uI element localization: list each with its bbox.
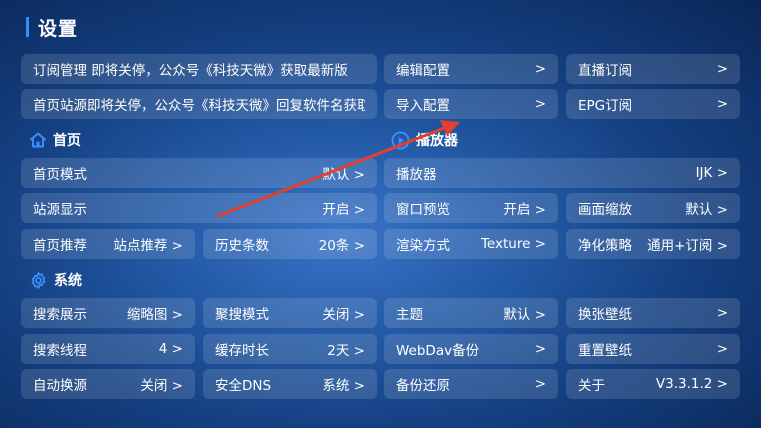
aggregate-search-value: 关闭 > — [322, 307, 365, 323]
chevron-right-icon: > — [716, 61, 728, 77]
history-count-setting[interactable]: 历史条数 20条 > — [203, 229, 377, 259]
secure-dns-label: 安全DNS — [215, 378, 272, 394]
aggregate-search-setting[interactable]: 聚搜模式 关闭 > — [203, 298, 377, 328]
section-home: 首页 — [29, 130, 81, 150]
home-source-notice[interactable]: 首页站源即将关停，公众号《科技天微》回复软件名获取 — [21, 89, 377, 119]
home-source-notice-text: 首页站源即将关停，公众号《科技天微》回复软件名获取 — [33, 98, 365, 114]
chevron-right-icon: > — [534, 96, 546, 112]
history-count-label: 历史条数 — [215, 238, 269, 254]
purify-strategy-value: 通用+订阅 > — [647, 238, 728, 254]
chevron-right-icon: > — [716, 305, 728, 321]
render-mode-setting[interactable]: 渲染方式 Texture > — [384, 229, 558, 259]
home-mode-value: 默认 > — [322, 167, 365, 183]
source-display-value: 开启 > — [322, 202, 365, 218]
section-home-title: 首页 — [53, 133, 81, 149]
source-display-label: 站源显示 — [33, 202, 87, 218]
purify-strategy-setting[interactable]: 净化策略 通用+订阅 > — [566, 229, 740, 259]
search-threads-value: 4 > — [158, 341, 183, 357]
page-title: 设置 — [38, 17, 79, 40]
cache-duration-value: 2天 > — [327, 343, 365, 359]
home-recommend-setting[interactable]: 首页推荐 站点推荐 > — [21, 229, 195, 259]
section-player-title: 播放器 — [416, 133, 458, 149]
subscription-notice-text: 订阅管理 即将关停，公众号《科技天微》获取最新版 — [33, 63, 348, 79]
title-accent-bar — [26, 17, 29, 37]
import-config-label: 导入配置 — [396, 98, 450, 114]
screen-scale-setting[interactable]: 画面缩放 默认 > — [566, 193, 740, 223]
chevron-right-icon: > — [534, 341, 546, 357]
about-button[interactable]: 关于 V3.3.1.2 > — [566, 369, 740, 399]
search-display-setting[interactable]: 搜索展示 缩略图 > — [21, 298, 195, 328]
screen-scale-value: 默认 > — [685, 202, 728, 218]
backup-restore-label: 备份还原 — [396, 378, 450, 394]
search-threads-label: 搜索线程 — [33, 343, 87, 359]
section-system-title: 系统 — [54, 273, 82, 289]
page-header: 设置 — [26, 16, 79, 40]
chevron-right-icon: > — [716, 96, 728, 112]
purify-strategy-label: 净化策略 — [578, 238, 632, 254]
reset-wallpaper-button[interactable]: 重置壁纸 > — [566, 334, 740, 364]
home-icon — [30, 132, 46, 148]
theme-value: 默认 > — [503, 307, 546, 323]
player-label: 播放器 — [396, 167, 437, 183]
theme-label: 主题 — [396, 307, 423, 323]
webdav-backup-label: WebDav备份 — [396, 343, 480, 359]
render-mode-value: Texture > — [480, 236, 546, 252]
secure-dns-setting[interactable]: 安全DNS 系统 > — [203, 369, 377, 399]
render-mode-label: 渲染方式 — [396, 238, 450, 254]
home-recommend-label: 首页推荐 — [33, 238, 87, 254]
player-setting[interactable]: 播放器 IJK > — [384, 158, 740, 188]
window-preview-label: 窗口预览 — [396, 202, 450, 218]
about-label: 关于 — [578, 378, 605, 394]
auto-switch-source-label: 自动换源 — [33, 378, 87, 394]
search-display-label: 搜索展示 — [33, 307, 87, 323]
backup-restore-button[interactable]: 备份还原 > — [384, 369, 558, 399]
edit-config-button[interactable]: 编辑配置 > — [384, 54, 558, 84]
gear-icon — [31, 271, 46, 289]
chevron-right-icon: > — [716, 341, 728, 357]
screen-scale-label: 画面缩放 — [578, 202, 632, 218]
about-version-value: V3.3.1.2 > — [655, 376, 728, 392]
epg-subscription-button[interactable]: EPG订阅 > — [566, 89, 740, 119]
import-config-button[interactable]: 导入配置 > — [384, 89, 558, 119]
change-wallpaper-label: 换张壁纸 — [578, 307, 632, 323]
aggregate-search-label: 聚搜模式 — [215, 307, 269, 323]
live-subscription-label: 直播订阅 — [578, 63, 632, 79]
auto-switch-source-value: 关闭 > — [140, 378, 183, 394]
cache-duration-setting[interactable]: 缓存时长 2天 > — [203, 334, 377, 364]
subscription-notice[interactable]: 订阅管理 即将关停，公众号《科技天微》获取最新版 — [21, 54, 377, 84]
section-player: 播放器 — [391, 130, 458, 150]
chevron-right-icon: > — [534, 376, 546, 392]
home-recommend-value: 站点推荐 > — [113, 238, 183, 254]
chevron-right-icon: > — [534, 61, 546, 77]
search-threads-setting[interactable]: 搜索线程 4 > — [21, 334, 195, 364]
reset-wallpaper-label: 重置壁纸 — [578, 343, 632, 359]
home-mode-setting[interactable]: 首页模式 默认 > — [21, 158, 377, 188]
history-count-value: 20条 > — [318, 238, 365, 254]
search-display-value: 缩略图 > — [126, 307, 183, 323]
cache-duration-label: 缓存时长 — [215, 343, 269, 359]
change-wallpaper-button[interactable]: 换张壁纸 > — [566, 298, 740, 328]
live-subscription-button[interactable]: 直播订阅 > — [566, 54, 740, 84]
section-system: 系统 — [29, 270, 82, 290]
play-icon — [391, 131, 410, 149]
theme-setting[interactable]: 主题 默认 > — [384, 298, 558, 328]
player-value: IJK > — [695, 165, 728, 181]
edit-config-label: 编辑配置 — [396, 63, 450, 79]
auto-switch-source-setting[interactable]: 自动换源 关闭 > — [21, 369, 195, 399]
window-preview-value: 开启 > — [503, 202, 546, 218]
webdav-backup-button[interactable]: WebDav备份 > — [384, 334, 558, 364]
source-display-setting[interactable]: 站源显示 开启 > — [21, 193, 377, 223]
home-mode-label: 首页模式 — [33, 167, 87, 183]
epg-subscription-label: EPG订阅 — [578, 98, 633, 114]
window-preview-setting[interactable]: 窗口预览 开启 > — [384, 193, 558, 223]
secure-dns-value: 系统 > — [322, 378, 365, 394]
